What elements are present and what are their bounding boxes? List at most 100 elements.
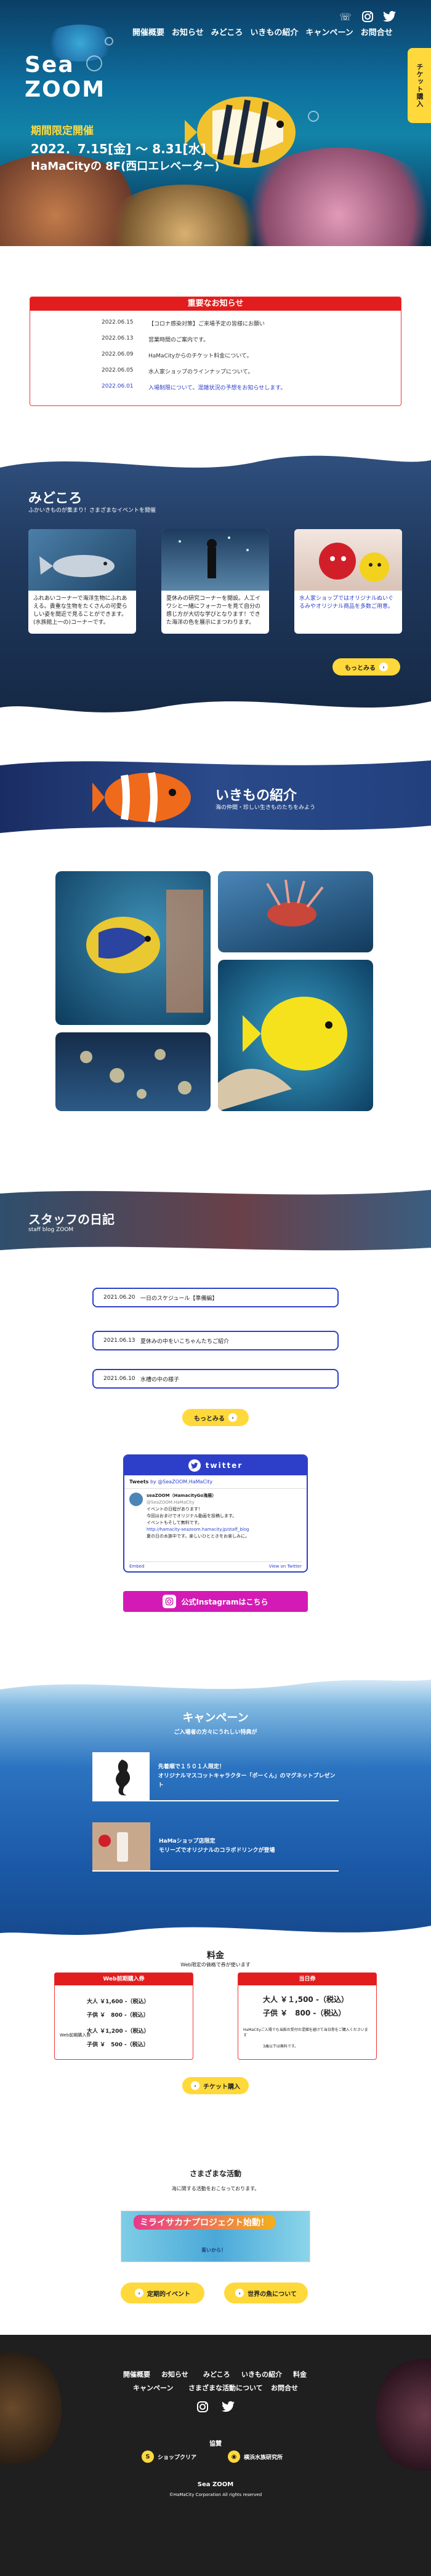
nav-item-creatures[interactable]: いきもの紹介 <box>250 26 298 38</box>
more-label: もっとみる <box>194 1415 225 1422</box>
instagram-icon[interactable] <box>195 2399 211 2415</box>
price-child: 子供 ￥ 800 -（税込） <box>263 2009 346 2017</box>
price-adult: 大人 ￥1,600 -（税込） <box>87 1999 150 2005</box>
tweet-account-name: seaZOOM（HamacityGo海展） <box>147 1493 217 1498</box>
more-label: もっとみる <box>345 664 376 672</box>
highlight-card[interactable]: 夏休みの研究コーナーを開設。人工イワシと一緒にフォーカーを見て自分の感じ方が大切… <box>161 529 269 634</box>
nav-item-campaign[interactable]: キャンペーン <box>305 26 353 38</box>
site-logo[interactable]: Sea ZOOM <box>25 53 105 102</box>
news-date: 2022.06.05 <box>102 367 134 373</box>
event-button[interactable]: › 定期的イベント <box>121 2283 204 2303</box>
price-title: 料金 <box>207 1951 224 1961</box>
footer-logo[interactable]: Sea ZOOM <box>0 2481 431 2488</box>
news-row[interactable]: 2022.06.01 入場制限について。混雑状況の予想をお知らせします。 <box>102 383 286 391</box>
phone-icon[interactable]: ☏ <box>337 9 353 25</box>
highlight-card[interactable]: 水人家ショップではオリジナルぬいぐるみやオリジナル商品を多数ご用意。 <box>294 529 402 634</box>
tweet-link[interactable]: http://hamacity-seazoom.hamacity.jp/staf… <box>147 1526 249 1533</box>
footer-nav-contact[interactable]: お問合せ <box>271 2383 298 2393</box>
campaign-item[interactable]: HaMaショップ店限定 モリーズでオリジナルのコラボドリンクが登場 <box>92 1822 339 1872</box>
sponsor-shop[interactable]: S ショップクリア <box>142 2450 196 2463</box>
diary-entry[interactable]: 2021.06.10 水槽の中の様子 <box>92 1369 339 1389</box>
arrow-right-icon: › <box>379 663 388 671</box>
news-row[interactable]: 2022.06.05 水人家ショップのラインナップについて。 <box>102 367 253 375</box>
activity-subtitle: 海に関する活動をおこなっております。 <box>171 2186 260 2191</box>
instagram-icon[interactable] <box>360 9 376 25</box>
card-image-shop <box>294 529 402 591</box>
period-dates: 2022．7.15[金] ～ 8.31[水] <box>31 142 206 156</box>
twitter-heading: twitter <box>124 1456 307 1475</box>
ticket-purchase-button[interactable]: › チケット購入 <box>182 2077 249 2094</box>
important-news: 重要なお知らせ 2022.06.15 【コロナ感染対策】ご来場予定の皆様にお願い … <box>30 297 401 406</box>
tweet[interactable]: seaZOOM（HamacityGo海展） @SeaZOOM.HaMaCity … <box>124 1489 307 1544</box>
nav-item-highlights[interactable]: みどころ <box>211 26 243 38</box>
campaign-line1: 先着順で１５０１人限定！ <box>158 1763 225 1770</box>
footer-social-icons <box>195 2399 236 2415</box>
diary-text: 水槽の中の様子 <box>140 1376 180 1383</box>
highlights-title: みどころ <box>28 491 83 506</box>
staff-subtitle: staff blog ZOOM <box>28 1227 74 1233</box>
diary-date: 2021.06.20 <box>103 1294 135 1301</box>
collab-drink-image <box>92 1822 150 1870</box>
sponsor-institute[interactable]: ◉ 横浜水族研究所 <box>228 2450 283 2463</box>
web-price-box: Web前期購入券 大人 ￥1,600 -（税込） 子供 ￥ 800 -（税込） … <box>54 1972 193 2060</box>
web-price-period1: 大人 ￥1,600 -（税込） 子供 ￥ 800 -（税込） <box>87 1995 149 2022</box>
clownfish-illustration <box>92 772 191 823</box>
nav-item-overview[interactable]: 開催概要 <box>132 26 164 38</box>
diary-date: 2021.06.13 <box>103 1338 135 1344</box>
tweets-handle[interactable]: by @SeaZOOM.HaMaCity <box>150 1479 212 1485</box>
diary-text: 一日のスケジュール【準備編】 <box>140 1295 218 1302</box>
twitter-icon[interactable] <box>382 9 398 25</box>
diary-entry[interactable]: 2021.06.20 一日のスケジュール【準備編】 <box>92 1288 339 1307</box>
arrow-right-icon: › <box>191 2081 199 2090</box>
news-text: 【コロナ感染対策】ご来場予定の皆様にお願い <box>148 321 265 327</box>
world-fish-button-label: 世界の魚について <box>248 2291 297 2298</box>
jellyfish-photo[interactable] <box>55 1032 211 1111</box>
sponsor-title: 協賛 <box>209 2441 222 2447</box>
footer-nav-highlights[interactable]: みどころ <box>203 2369 230 2379</box>
twitter-icon[interactable] <box>220 2399 236 2415</box>
bubble <box>105 37 113 46</box>
door-price-heading: 当日券 <box>238 1973 376 1985</box>
embed-link[interactable]: Embed <box>129 1564 144 1569</box>
activity-banner-text: ミライサカナプロジェクト始動！ <box>134 2215 275 2230</box>
instagram-button[interactable]: 公式Instagramはこちら <box>123 1591 308 1612</box>
creatures-subtitle: 海の仲間・珍しい生きものたちをみよう <box>216 805 316 811</box>
news-date: 2022.06.09 <box>102 351 134 357</box>
news-text: HaMaCityからのチケット料金について。 <box>148 353 252 359</box>
lionfish-photo[interactable] <box>218 871 373 952</box>
footer-nav-news[interactable]: お知らせ <box>161 2369 188 2379</box>
footer-nav-campaign[interactable]: キャンペーン <box>133 2383 173 2393</box>
header-icons: ☏ <box>337 9 398 25</box>
campaign-item[interactable]: 先着順で１５０１人限定！ オリジナルマスコットキャラクター「ポーくん」のマグネッ… <box>92 1752 339 1801</box>
nav-item-contact[interactable]: お問合せ <box>361 26 393 38</box>
ticket-purchase-tab[interactable]: チケット購入 <box>408 48 431 123</box>
campaign-text: 先着順で１５０１人限定！ オリジナルマスコットキャラクター「ポーくん」のマグネッ… <box>158 1763 339 1790</box>
news-row[interactable]: 2022.06.09 HaMaCityからのチケット料金について。 <box>102 351 252 359</box>
news-row[interactable]: 2022.06.13 営業時間のご案内です。 <box>102 335 209 343</box>
tweet-body: seaZOOM（HamacityGo海展） @SeaZOOM.HaMaCity … <box>147 1493 249 1540</box>
tweet-text: イベントもそして無料です。 <box>147 1520 202 1525</box>
footer-nav-activity[interactable]: さまざまな活動について <box>188 2383 263 2393</box>
staff-more-button[interactable]: もっとみる › <box>182 1409 249 1426</box>
card-text: 夏休みの研究コーナーを開設。人工イワシと一緒にフォーカーを見て自分の感じ方が大切… <box>166 596 261 626</box>
footer-nav-creatures[interactable]: いきもの紹介 <box>241 2369 282 2379</box>
sponsor-name: ショップクリア <box>158 2454 197 2461</box>
activity-banner[interactable]: ミライサカナプロジェクト始動！ 青いから！ <box>121 2211 310 2262</box>
nav-item-news[interactable]: お知らせ <box>172 26 204 38</box>
highlight-card[interactable]: ふれあいコーナーで海洋生物にふれあえる。貴重な生物をたくさんの可愛らしい姿を間近… <box>28 529 136 634</box>
angelfish-photo[interactable] <box>55 871 211 1025</box>
footer-reef-left <box>0 2347 62 2470</box>
world-fish-button[interactable]: › 世界の魚について <box>224 2283 308 2303</box>
door-price-note2: 3歳以下は無料です。 <box>263 2044 299 2049</box>
activity-title: さまざまな活動 <box>189 2169 241 2178</box>
footer-nav-overview[interactable]: 開催概要 <box>123 2369 150 2379</box>
news-row[interactable]: 2022.06.15 【コロナ感染対策】ご来場予定の皆様にお願い <box>102 319 265 327</box>
footer-reef-right <box>376 2353 431 2476</box>
price-child: 子供 ￥ 500 -（税込） <box>87 2042 149 2048</box>
diary-entry[interactable]: 2021.06.13 夏休みの中をいこちゃんたちご紹介 <box>92 1331 339 1350</box>
yellow-tang-photo[interactable] <box>218 960 373 1111</box>
highlights-more-button[interactable]: もっとみる › <box>332 658 400 676</box>
view-on-twitter-link[interactable]: View on Twitter <box>269 1564 302 1569</box>
door-price-note: HaMaCityご入場でも当館の受付の混雑を避けて当日券をご購入くださいます <box>243 2028 368 2038</box>
footer-nav-price[interactable]: 料金 <box>293 2369 307 2379</box>
